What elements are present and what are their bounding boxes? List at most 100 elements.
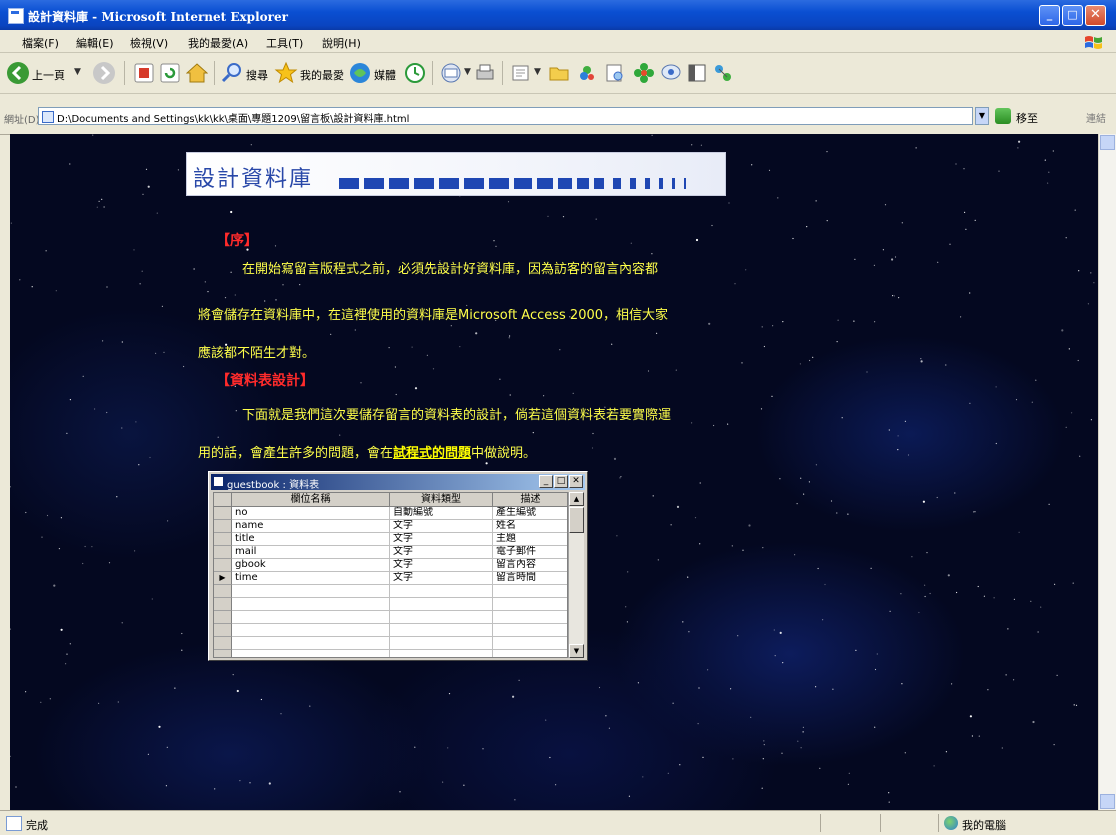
table-cell[interactable]: 自動編號	[390, 507, 493, 520]
row-selector[interactable]	[214, 533, 232, 546]
access-minimize-button[interactable]: _	[539, 475, 553, 488]
address-input[interactable]: D:\Documents and Settings\kk\kk\桌面\專題120…	[38, 107, 973, 125]
mail-dropdown-icon[interactable]: ▼	[464, 67, 471, 77]
empty-cell[interactable]	[232, 585, 390, 598]
row-selector[interactable]	[214, 624, 232, 637]
row-selector[interactable]	[214, 559, 232, 572]
history-icon[interactable]	[404, 62, 426, 84]
table-cell[interactable]: 電子郵件	[493, 546, 567, 559]
back-icon[interactable]	[6, 61, 30, 85]
empty-cell[interactable]	[232, 624, 390, 637]
access-close-button[interactable]: ✕	[569, 475, 583, 488]
access-maximize-button[interactable]: □	[554, 475, 568, 488]
back-dropdown-icon[interactable]: ▼	[74, 67, 81, 77]
row-selector[interactable]	[214, 598, 232, 611]
empty-cell[interactable]	[232, 650, 390, 657]
research-icon[interactable]	[604, 62, 626, 84]
row-selector[interactable]	[214, 520, 232, 533]
network-icon[interactable]	[712, 62, 734, 84]
links-button[interactable]: 連結	[1086, 110, 1106, 125]
row-selector[interactable]	[214, 585, 232, 598]
row-selector[interactable]	[214, 611, 232, 624]
toolbar-panel-icon[interactable]	[686, 62, 708, 84]
table-cell[interactable]: 留言內容	[493, 559, 567, 572]
scroll-down-icon[interactable]: ▼	[569, 644, 584, 658]
scroll-thumb[interactable]	[569, 507, 584, 533]
table-cell[interactable]: 文字	[390, 546, 493, 559]
table-cell[interactable]: no	[232, 507, 390, 520]
empty-cell[interactable]	[390, 624, 493, 637]
menu-view[interactable]: 檢視(V)	[130, 35, 168, 51]
program-issues-link[interactable]: 試程式的問題	[393, 446, 471, 461]
menu-edit[interactable]: 編輯(E)	[76, 35, 114, 51]
table-cell[interactable]: 產生編號	[493, 507, 567, 520]
empty-cell[interactable]	[232, 598, 390, 611]
maximize-button[interactable]: □	[1062, 5, 1083, 26]
flower-icon[interactable]	[632, 61, 656, 85]
empty-cell[interactable]	[493, 624, 567, 637]
table-cell[interactable]: gbook	[232, 559, 390, 572]
folder-icon[interactable]	[548, 62, 570, 84]
search-label[interactable]: 搜尋	[246, 67, 268, 83]
empty-cell[interactable]	[232, 611, 390, 624]
table-cell[interactable]: 文字	[390, 559, 493, 572]
back-label[interactable]: 上一頁	[32, 67, 65, 83]
empty-cell[interactable]	[390, 611, 493, 624]
table-cell[interactable]: name	[232, 520, 390, 533]
address-url[interactable]: D:\Documents and Settings\kk\kk\桌面\專題120…	[57, 110, 409, 125]
table-cell[interactable]: 文字	[390, 533, 493, 546]
table-cell[interactable]: 姓名	[493, 520, 567, 533]
empty-cell[interactable]	[493, 611, 567, 624]
column-header[interactable]: 描述	[493, 493, 567, 507]
print-icon[interactable]	[474, 62, 496, 84]
minimize-button[interactable]: _	[1039, 5, 1060, 26]
page-scroll-up-icon[interactable]	[1100, 135, 1115, 150]
edit-icon[interactable]	[510, 62, 532, 84]
search-icon[interactable]	[220, 61, 244, 85]
media-icon[interactable]	[348, 61, 372, 85]
page-scroll-down-icon[interactable]	[1100, 794, 1115, 809]
address-dropdown-icon[interactable]: ▼	[975, 107, 989, 125]
table-cell[interactable]: 文字	[390, 520, 493, 533]
scroll-up-icon[interactable]: ▲	[569, 492, 584, 506]
table-cell[interactable]: mail	[232, 546, 390, 559]
table-cell[interactable]: 文字	[390, 572, 493, 585]
forward-icon[interactable]	[92, 61, 116, 85]
row-selector[interactable]	[214, 546, 232, 559]
media-label[interactable]: 媒體	[374, 67, 396, 83]
favorites-label[interactable]: 我的最愛	[300, 67, 344, 83]
row-selector[interactable]	[214, 637, 232, 650]
refresh-icon[interactable]	[160, 63, 180, 83]
row-selector[interactable]	[214, 650, 232, 657]
table-cell[interactable]: 主題	[493, 533, 567, 546]
column-header[interactable]: 資料類型	[390, 493, 493, 507]
stop-icon[interactable]	[134, 63, 154, 83]
empty-cell[interactable]	[493, 637, 567, 650]
empty-cell[interactable]	[493, 650, 567, 657]
table-cell[interactable]: 留言時間	[493, 572, 567, 585]
messenger-icon[interactable]	[576, 62, 598, 84]
empty-cell[interactable]	[493, 585, 567, 598]
edit-dropdown-icon[interactable]: ▼	[534, 67, 541, 77]
page-scrollbar[interactable]	[1098, 134, 1116, 810]
home-icon[interactable]	[186, 62, 208, 84]
empty-cell[interactable]	[390, 598, 493, 611]
empty-cell[interactable]	[232, 637, 390, 650]
row-selector[interactable]: ▶	[214, 572, 232, 585]
row-selector[interactable]	[214, 507, 232, 520]
empty-cell[interactable]	[390, 585, 493, 598]
column-header[interactable]: 欄位名稱	[232, 493, 390, 507]
mail-icon[interactable]	[440, 62, 462, 84]
go-button[interactable]: 移至	[1016, 110, 1038, 126]
empty-cell[interactable]	[390, 650, 493, 657]
table-cell[interactable]: title	[232, 533, 390, 546]
go-arrow-icon[interactable]	[995, 108, 1011, 124]
chat-bubble-icon[interactable]	[660, 62, 682, 84]
table-cell[interactable]: time	[232, 572, 390, 585]
menu-file[interactable]: 檔案(F)	[22, 35, 59, 51]
menu-favorites[interactable]: 我的最愛(A)	[188, 35, 248, 51]
empty-cell[interactable]	[493, 598, 567, 611]
menu-help[interactable]: 說明(H)	[322, 35, 361, 51]
menu-tools[interactable]: 工具(T)	[266, 35, 303, 51]
access-scrollbar[interactable]: ▲ ▼	[568, 492, 584, 658]
